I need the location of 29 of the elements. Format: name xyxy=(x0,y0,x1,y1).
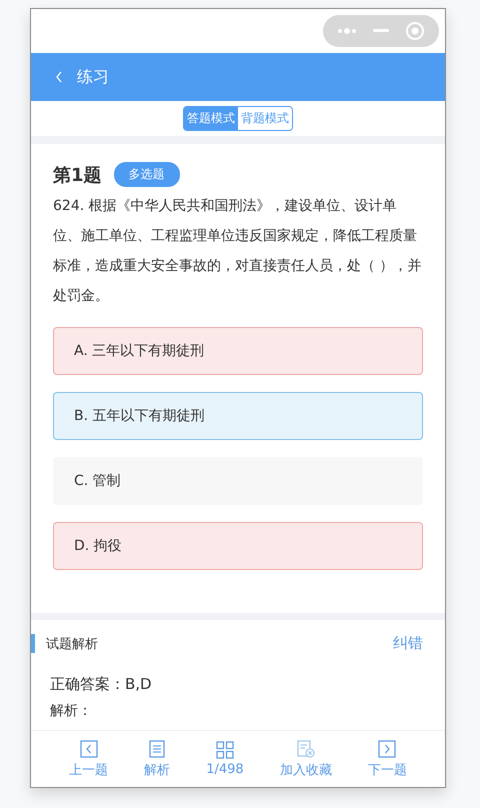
toolbar-button[interactable]: 上一题 xyxy=(65,738,112,780)
mode-tab[interactable]: 背题模式 xyxy=(238,107,292,130)
favorite-icon xyxy=(296,740,315,758)
document-icon xyxy=(149,740,166,758)
answer-option[interactable]: C. 管制 xyxy=(53,457,423,505)
back-icon[interactable] xyxy=(55,71,63,83)
explanation-label: 解析： xyxy=(50,702,93,720)
toolbar-button[interactable]: 下一题 xyxy=(364,738,411,780)
grid-icon xyxy=(216,741,234,759)
more-icon[interactable] xyxy=(337,27,357,35)
answer-option[interactable]: D. 拘役 xyxy=(53,522,423,570)
mode-tab[interactable]: 答题模式 xyxy=(184,107,238,130)
capsule-menu[interactable] xyxy=(323,15,439,47)
previous-icon xyxy=(80,740,98,758)
close-icon[interactable] xyxy=(405,21,425,41)
toolbar-button[interactable]: 1/498 xyxy=(202,739,248,779)
question-type-badge: 多选题 xyxy=(114,162,180,187)
next-icon xyxy=(378,740,396,758)
toolbar-button[interactable]: 解析 xyxy=(140,738,174,780)
question-number: 第1题 xyxy=(53,164,102,186)
toolbar-button[interactable]: 加入收藏 xyxy=(276,738,336,780)
answer-option[interactable]: B. 五年以下有期徒刑 xyxy=(53,392,423,440)
question-text: 624. 根据《中华人民共和国刑法》，建设单位、设计单位、施工单位、工程监理单位违反国家规定，降低工程质量标准，造成重大安全事故的，对直接责任人员，处（ ），并处罚金。 xyxy=(53,197,422,306)
section-title: 试题解析 xyxy=(46,636,98,652)
correct-answer: 正确答案：B,D xyxy=(50,675,153,694)
answer-option[interactable]: A. 三年以下有期徒刑 xyxy=(53,327,423,375)
minimize-icon[interactable] xyxy=(373,29,389,33)
report-error-link[interactable]: 纠错 xyxy=(393,634,423,653)
page-title: 练习 xyxy=(77,66,109,88)
